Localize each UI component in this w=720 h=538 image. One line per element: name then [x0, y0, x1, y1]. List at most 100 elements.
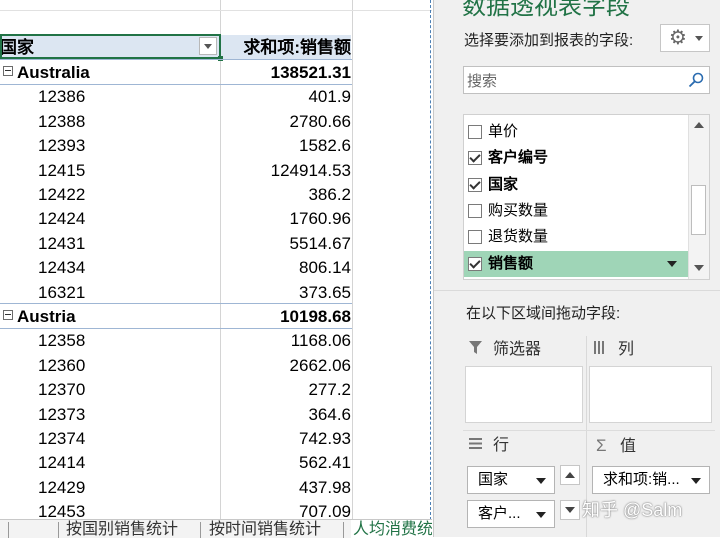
customer-row[interactable]: 12434 806.14 [0, 255, 432, 279]
customer-sales-value[interactable]: 562.41 [221, 450, 351, 474]
customer-id-label[interactable]: 12370 [0, 377, 220, 401]
customer-row[interactable]: 12393 1582.6 [0, 133, 432, 157]
customer-sales-value[interactable]: 707.09 [221, 499, 351, 520]
field-item[interactable]: 购买数量 [464, 198, 689, 224]
customer-sales-value[interactable]: 373.65 [221, 280, 351, 304]
customer-sales-value[interactable]: 1582.6 [221, 133, 351, 157]
customer-sales-value[interactable]: 806.14 [221, 255, 351, 279]
customer-id-label[interactable]: 12424 [0, 206, 220, 230]
sheet-tab-time-sales[interactable]: 按时间销售统计 [209, 520, 321, 538]
country-label[interactable]: Austria [0, 304, 220, 328]
scroll-up-arrow[interactable] [694, 122, 704, 128]
customer-row[interactable]: 12424 1760.96 [0, 206, 432, 230]
panel-divider [434, 290, 720, 291]
rows-field-customer[interactable]: 客户... [467, 500, 555, 528]
customer-sales-value[interactable]: 2662.06 [221, 353, 351, 377]
customer-row[interactable]: 12453 707.09 [0, 499, 432, 520]
field-search-box[interactable] [463, 66, 710, 94]
customer-id-label[interactable]: 12360 [0, 353, 220, 377]
customer-sales-value[interactable]: 386.2 [221, 182, 351, 206]
row-filter-dropdown-button[interactable] [199, 37, 217, 55]
chevron-down-icon[interactable] [536, 478, 546, 484]
pivot-table-sheet[interactable]: 国家 求和项:销售额 Australia 138521.31 12386 401.9 1… [0, 0, 432, 520]
customer-row[interactable]: 12414 562.41 [0, 450, 432, 474]
customer-id-label[interactable]: 12374 [0, 426, 220, 450]
customer-sales-value[interactable]: 1760.96 [221, 206, 351, 230]
field-checkbox[interactable] [468, 151, 482, 166]
scroll-down-arrow[interactable] [694, 265, 704, 271]
filter-drop-area[interactable] [465, 366, 583, 423]
customer-row[interactable]: 12429 437.98 [0, 475, 432, 499]
country-row[interactable]: Austria 10198.68 [0, 304, 432, 328]
field-item[interactable]: 退货数量 [464, 224, 689, 250]
customer-sales-value[interactable]: 1168.06 [221, 328, 351, 352]
customer-row[interactable]: 12360 2662.06 [0, 353, 432, 377]
customer-row[interactable]: 12415 124914.53 [0, 158, 432, 182]
customer-sales-value[interactable]: 124914.53 [221, 158, 351, 182]
customer-id-label[interactable]: 12431 [0, 231, 220, 255]
customer-id-label[interactable]: 12388 [0, 109, 220, 133]
chevron-down-icon[interactable] [536, 512, 546, 518]
customer-id-label[interactable]: 16321 [0, 280, 220, 304]
rows-field-country[interactable]: 国家 [467, 466, 555, 494]
field-checkbox[interactable] [468, 256, 482, 271]
customer-id-label[interactable]: 12415 [0, 158, 220, 182]
field-search-input[interactable] [465, 68, 679, 94]
customer-sales-value[interactable]: 2780.66 [221, 109, 351, 133]
sigma-icon: Σ [596, 436, 607, 455]
field-item[interactable]: 客户编号 [464, 145, 689, 171]
customer-row[interactable]: 12386 401.9 [0, 84, 432, 108]
customer-id-label[interactable]: 12422 [0, 182, 220, 206]
field-checkbox[interactable] [468, 230, 482, 245]
field-item[interactable]: 单价 [464, 119, 689, 145]
field-checkbox[interactable] [468, 203, 482, 218]
values-area-label: 值 [620, 438, 637, 455]
field-checkbox[interactable] [468, 177, 482, 192]
sheet-tab-per-capita[interactable]: 人均消费统 [351, 520, 432, 538]
customer-sales-value[interactable]: 401.9 [221, 84, 351, 108]
field-settings-button[interactable]: ⚙ [660, 24, 710, 52]
columns-drop-area[interactable] [589, 366, 712, 423]
customer-sales-value[interactable]: 277.2 [221, 377, 351, 401]
rows-scroll-down-button[interactable] [560, 500, 580, 520]
customer-id-label[interactable]: 12429 [0, 475, 220, 499]
customer-row[interactable]: 12370 277.2 [0, 377, 432, 401]
customer-row[interactable]: 12358 1168.06 [0, 328, 432, 352]
country-row[interactable]: Australia 138521.31 [0, 60, 432, 84]
customer-id-label[interactable]: 12434 [0, 255, 220, 279]
country-label[interactable]: Australia [0, 60, 220, 84]
country-sales-total[interactable]: 10198.68 [221, 304, 351, 328]
customer-row[interactable]: 12388 2780.66 [0, 109, 432, 133]
customer-id-label[interactable]: 12358 [0, 328, 220, 352]
customer-sales-value[interactable]: 437.98 [221, 475, 351, 499]
customer-id-label[interactable]: 12414 [0, 450, 220, 474]
rows-area-header: 行 [469, 434, 509, 458]
field-item[interactable]: 销售额 [464, 250, 689, 277]
customer-id-label[interactable]: 12373 [0, 402, 220, 426]
scroll-thumb[interactable] [691, 185, 706, 235]
gear-icon: ⚙ [669, 27, 687, 49]
customer-sales-value[interactable]: 364.6 [221, 402, 351, 426]
field-checkbox[interactable] [468, 125, 482, 139]
rows-scroll-up-button[interactable] [560, 465, 580, 485]
customer-row[interactable]: 16321 373.65 [0, 280, 432, 304]
field-list-scrollbar[interactable] [688, 115, 709, 279]
sheet-tab-country-sales[interactable]: 按国别销售统计 [66, 520, 178, 538]
chevron-down-icon[interactable] [691, 478, 701, 484]
customer-id-label[interactable]: 12386 [0, 84, 220, 108]
search-icon[interactable] [688, 72, 704, 88]
customer-sales-value[interactable]: 742.93 [221, 426, 351, 450]
customer-row[interactable]: 12422 386.2 [0, 182, 432, 206]
customer-sales-value[interactable]: 5514.67 [221, 231, 351, 255]
values-header[interactable]: 求和项:销售额 [221, 35, 351, 59]
chevron-down-icon[interactable] [667, 260, 677, 267]
customer-id-label[interactable]: 12393 [0, 133, 220, 157]
customer-row[interactable]: 12373 364.6 [0, 402, 432, 426]
customer-row[interactable]: 12374 742.93 [0, 426, 432, 450]
customer-row[interactable]: 12431 5514.67 [0, 231, 432, 255]
zhihu-watermark: 知乎 @Salm [582, 500, 683, 520]
country-sales-total[interactable]: 138521.31 [221, 60, 351, 84]
field-item[interactable]: 国家 [464, 172, 689, 198]
customer-id-label[interactable]: 12453 [0, 499, 220, 520]
values-field-sales-sum[interactable]: 求和项:销... [592, 466, 710, 494]
